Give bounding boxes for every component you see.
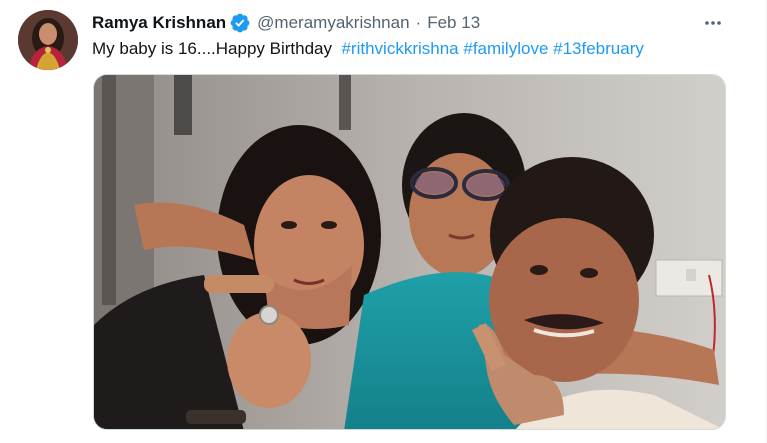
hashtag-link[interactable]: #rithvickkrishna: [341, 39, 458, 58]
tweet-photo[interactable]: [93, 74, 726, 430]
author-handle[interactable]: @meramyakrishnan: [257, 12, 409, 34]
tweet-text: My baby is 16....Happy Birthday #rithvic…: [92, 38, 644, 60]
tweet[interactable]: Ramya Krishnan @meramyakrishnan · Feb 13…: [0, 0, 767, 443]
tweet-header: Ramya Krishnan @meramyakrishnan · Feb 13: [92, 12, 480, 34]
more-options-icon[interactable]: [700, 12, 726, 34]
author-name[interactable]: Ramya Krishnan: [92, 12, 226, 34]
author-avatar[interactable]: [18, 10, 78, 70]
tweet-date[interactable]: Feb 13: [427, 12, 480, 34]
verified-badge-icon: [229, 12, 251, 34]
tweet-body: My baby is 16....Happy Birthday: [92, 39, 333, 58]
hashtag-link[interactable]: #familylove: [463, 39, 548, 58]
separator-dot: ·: [415, 13, 422, 32]
hashtag-link[interactable]: #13february: [553, 39, 644, 58]
